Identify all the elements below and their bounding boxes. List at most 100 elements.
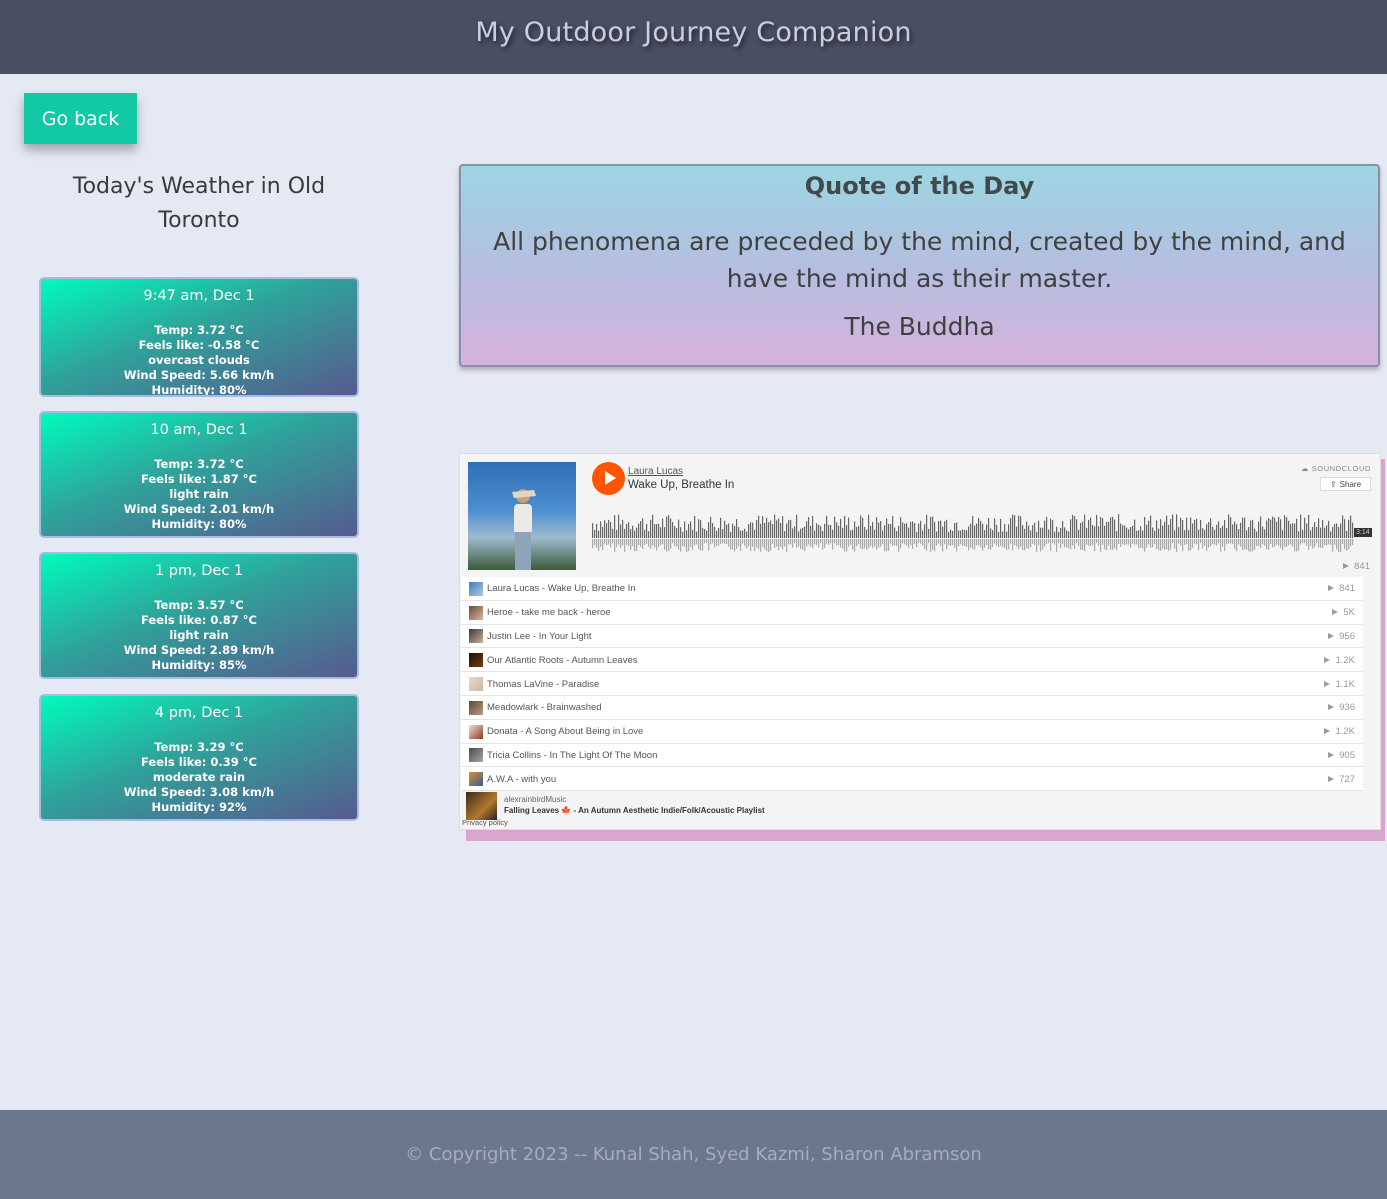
forecast-card: 4 pm, Dec 1 Temp: 3.29 °C Feels like: 0.…	[39, 694, 359, 821]
forecast-time: 9:47 am, Dec 1	[143, 288, 255, 304]
track-row[interactable]: Donata - A Song About Being in Love 1.2K	[461, 719, 1363, 744]
forecast-temp: Temp: 3.72 °C	[154, 457, 244, 471]
track-thumbnail	[469, 629, 483, 644]
track-row[interactable]: Tricia Collins - In The Light Of The Moo…	[461, 743, 1363, 768]
track-row-plays: 1.2K	[1324, 726, 1355, 737]
track-row-plays: 905	[1328, 750, 1355, 761]
play-icon	[1324, 680, 1331, 687]
weather-title: Today's Weather in Old Toronto	[72, 174, 326, 233]
play-icon	[1328, 585, 1335, 592]
playlist-user[interactable]: alexrainbirdMusic	[504, 795, 566, 804]
play-icon	[1324, 656, 1331, 663]
track-artist-link[interactable]: Laura Lucas	[628, 466, 683, 477]
track-thumbnail	[469, 653, 483, 668]
forecast-feels-like: Feels like: 1.87 °C	[141, 472, 257, 486]
forecast-temp: Temp: 3.29 °C	[154, 740, 244, 754]
artwork-figure-icon	[512, 489, 536, 570]
forecast-card: 10 am, Dec 1 Temp: 3.72 °C Feels like: 1…	[39, 411, 359, 538]
share-label: Share	[1339, 479, 1362, 489]
soundcloud-brand: SOUNDCLOUD	[1311, 464, 1371, 473]
album-artwork[interactable]	[468, 462, 576, 570]
track-row-title: Justin Lee - In Your Light	[487, 630, 592, 642]
forecast-description: light rain	[169, 487, 229, 501]
forecast-wind: Wind Speed: 5.66 km/h	[123, 368, 275, 382]
track-row[interactable]: Our Atlantic Roots - Autumn Leaves 1.2K	[461, 648, 1363, 673]
play-icon	[1324, 728, 1331, 735]
play-icon	[1328, 704, 1335, 711]
forecast-card: 1 pm, Dec 1 Temp: 3.57 °C Feels like: 0.…	[39, 552, 359, 679]
forecast-card: 9:47 am, Dec 1 Temp: 3.72 °C Feels like:…	[39, 277, 359, 397]
forecast-humidity: Humidity: 80%	[151, 517, 247, 531]
track-row-title: Heroe - take me back - heroe	[487, 607, 611, 619]
track-row-plays: 1.1K	[1324, 679, 1355, 690]
forecast-time: 1 pm, Dec 1	[154, 563, 244, 579]
tracklist: Laura Lucas - Wake Up, Breathe In 841 He…	[461, 577, 1363, 792]
track-row-plays: 5K	[1332, 607, 1355, 618]
track-thumbnail	[469, 581, 483, 596]
soundcloud-player: Laura Lucas Wake Up, Breathe In ☁ SOUNDC…	[459, 453, 1381, 830]
track-row[interactable]: Meadowlark - Brainwashed 936	[461, 695, 1363, 720]
playlist-name[interactable]: Falling Leaves 🍁 - An Autumn Aesthetic I…	[504, 806, 765, 815]
track-duration: 3:14	[1354, 528, 1372, 537]
forecast-humidity: Humidity: 92%	[151, 800, 247, 814]
forecast-temp: Temp: 3.57 °C	[154, 598, 244, 612]
track-thumbnail	[469, 772, 483, 787]
track-row-title: Laura Lucas - Wake Up, Breathe In	[487, 583, 636, 595]
forecast-wind: Wind Speed: 2.01 km/h	[123, 502, 275, 516]
track-row-title: Tricia Collins - In The Light Of The Moo…	[487, 749, 658, 761]
footer: © Copyright 2023 -- Kunal Shah, Syed Kaz…	[0, 1110, 1387, 1199]
play-button[interactable]	[592, 462, 625, 495]
track-row[interactable]: Heroe - take me back - heroe 5K	[461, 600, 1363, 625]
quote-card: Quote of the Day All phenomena are prece…	[459, 164, 1380, 367]
track-row-plays: 956	[1328, 631, 1355, 642]
playlist-thumbnail	[466, 792, 497, 820]
track-row-title: Thomas LaVine - Paradise	[487, 678, 600, 690]
forecast-humidity: Humidity: 85%	[151, 658, 247, 672]
track-thumbnail	[469, 677, 483, 692]
go-back-button[interactable]: Go back	[24, 93, 137, 144]
forecast-time: 4 pm, Dec 1	[154, 705, 244, 721]
playlist-info[interactable]: alexrainbirdMusic Falling Leaves 🍁 - An …	[466, 792, 966, 822]
privacy-policy-link[interactable]: Privacy policy	[462, 818, 508, 827]
page-title: My Outdoor Journey Companion	[475, 16, 912, 48]
header: My Outdoor Journey Companion	[0, 0, 1387, 74]
play-icon	[1328, 632, 1335, 639]
play-icon	[1332, 609, 1339, 616]
track-row-title: Meadowlark - Brainwashed	[487, 702, 602, 714]
track-row-title: Donata - A Song About Being in Love	[487, 726, 644, 738]
quote-text: All phenomena are preceded by the mind, …	[493, 227, 1346, 293]
forecast-humidity: Humidity: 80%	[151, 383, 247, 397]
play-icon	[1328, 775, 1335, 782]
play-count-icon	[1343, 563, 1350, 569]
forecast-wind: Wind Speed: 2.89 km/h	[123, 643, 275, 657]
play-count: 841	[1343, 561, 1370, 572]
forecast-feels-like: Feels like: -0.58 °C	[138, 338, 260, 352]
track-row-plays: 936	[1328, 702, 1355, 713]
forecast-feels-like: Feels like: 0.39 °C	[141, 755, 257, 769]
track-row[interactable]: Thomas LaVine - Paradise 1.1K	[461, 672, 1363, 696]
forecast-feels-like: Feels like: 0.87 °C	[141, 613, 257, 627]
waveform[interactable]	[592, 502, 1375, 552]
soundcloud-logo[interactable]: ☁ SOUNDCLOUD	[1301, 464, 1371, 473]
forecast-time: 10 am, Dec 1	[150, 422, 248, 438]
quote-author: The Buddha	[844, 312, 995, 341]
track-row-plays: 841	[1328, 583, 1355, 594]
forecast-temp: Temp: 3.72 °C	[154, 323, 244, 337]
play-icon	[1328, 751, 1335, 758]
track-row-plays: 1.2K	[1324, 655, 1355, 666]
track-row-title: A.W.A - with you	[487, 773, 557, 785]
track-row[interactable]: Laura Lucas - Wake Up, Breathe In 841	[461, 577, 1363, 601]
copyright-text: © Copyright 2023 -- Kunal Shah, Syed Kaz…	[405, 1144, 982, 1165]
share-icon: ⇪	[1329, 479, 1337, 489]
forecast-description: moderate rain	[152, 770, 246, 784]
track-title[interactable]: Wake Up, Breathe In	[628, 479, 734, 491]
play-count-value: 841	[1354, 561, 1370, 572]
track-row-plays: 727	[1328, 774, 1355, 785]
track-row-title: Our Atlantic Roots - Autumn Leaves	[487, 654, 638, 666]
track-thumbnail	[469, 748, 483, 763]
share-button[interactable]: ⇪ Share	[1320, 477, 1371, 491]
track-row[interactable]: Justin Lee - In Your Light 956	[461, 624, 1363, 649]
forecast-wind: Wind Speed: 3.08 km/h	[123, 785, 275, 799]
track-thumbnail	[469, 724, 483, 739]
track-row[interactable]: A.W.A - with you 727	[461, 767, 1363, 792]
